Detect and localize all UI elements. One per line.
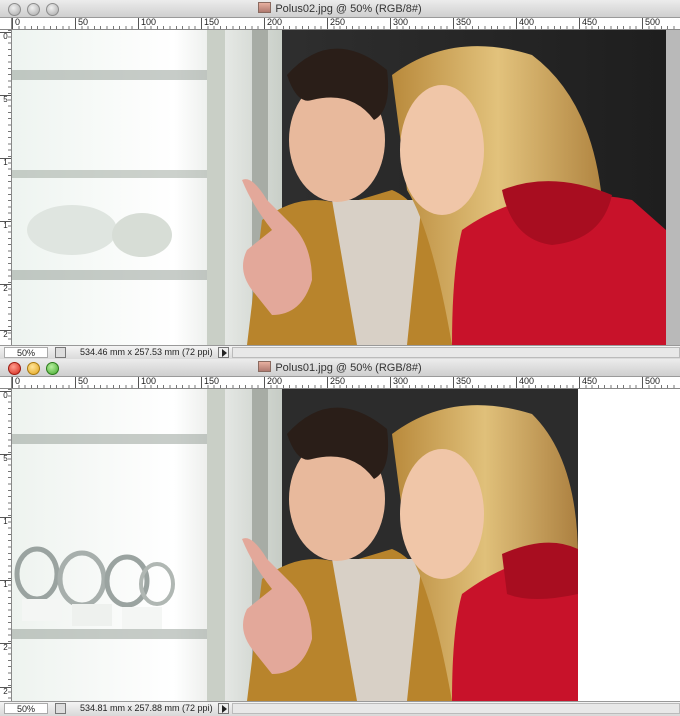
horizontal-ruler[interactable]: 0 50 100 150 200 250 300 350 400 450 500 (12, 18, 680, 30)
vertical-ruler[interactable]: 0 5 1 1 2 2 (0, 389, 12, 701)
photo-couple-at-shop-window (12, 30, 666, 345)
ruler-label: 1 (0, 580, 11, 589)
vertical-ruler[interactable]: 0 5 1 1 2 2 (0, 30, 12, 345)
triangle-right-icon[interactable] (218, 703, 229, 714)
image-canvas[interactable] (12, 389, 680, 701)
window-titlebar[interactable]: Polus02.jpg @ 50% (RGB/8#) (0, 0, 680, 18)
ruler-label: 400 (516, 18, 534, 29)
document-icon (258, 2, 272, 13)
document-icon (258, 361, 272, 372)
ruler-label: 0 (12, 377, 20, 388)
ruler-label: 150 (201, 18, 219, 29)
document-window-polus02[interactable]: Polus02.jpg @ 50% (RGB/8#) 0 50 100 150 … (0, 0, 680, 360)
ruler-label: 200 (264, 18, 282, 29)
photo-couple-at-shop-window (12, 389, 578, 701)
document-size-info: 534.46 mm x 257.53 mm (72 ppi) (80, 347, 213, 357)
window-title-text: Polus02.jpg @ 50% (RGB/8#) (275, 3, 422, 15)
horizontal-ruler[interactable]: 0 50 100 150 200 250 300 350 400 450 500 (12, 377, 680, 389)
ruler-label: 5 (0, 95, 11, 104)
ruler-label: 0 (12, 18, 20, 29)
ruler-label: 300 (390, 377, 408, 388)
zoom-level-field[interactable]: 50% (4, 703, 48, 714)
window-title: Polus01.jpg @ 50% (RGB/8#) (0, 361, 680, 374)
ruler-label: 2 (0, 284, 11, 293)
horizontal-scrollbar[interactable] (232, 703, 680, 714)
ruler-label: 350 (453, 18, 471, 29)
ruler-label: 1 (0, 221, 11, 230)
ruler-label: 2 (0, 687, 11, 696)
ruler-label: 500 (642, 377, 660, 388)
ruler-label: 50 (75, 377, 88, 388)
ruler-label: 50 (75, 18, 88, 29)
ruler-label: 450 (579, 18, 597, 29)
ruler-label: 5 (0, 454, 11, 463)
image-canvas[interactable] (12, 30, 666, 345)
window-title: Polus02.jpg @ 50% (RGB/8#) (0, 2, 680, 15)
ruler-origin[interactable] (0, 377, 12, 389)
ruler-label: 450 (579, 377, 597, 388)
ruler-label: 100 (138, 377, 156, 388)
ruler-label: 350 (453, 377, 471, 388)
triangle-right-icon[interactable] (218, 347, 229, 358)
ruler-label: 500 (642, 18, 660, 29)
document-window-polus01[interactable]: Polus01.jpg @ 50% (RGB/8#) 0 50 100 150 … (0, 359, 680, 716)
ruler-origin[interactable] (0, 18, 12, 30)
ruler-label: 250 (327, 18, 345, 29)
window-title-text: Polus01.jpg @ 50% (RGB/8#) (275, 362, 422, 374)
ruler-label: 150 (201, 377, 219, 388)
page-nav-icon[interactable] (55, 703, 66, 714)
horizontal-scrollbar[interactable] (232, 347, 680, 358)
ruler-label: 200 (264, 377, 282, 388)
ruler-label: 0 (0, 32, 11, 41)
window-titlebar[interactable]: Polus01.jpg @ 50% (RGB/8#) (0, 359, 680, 377)
status-bar: 50% 534.81 mm x 257.88 mm (72 ppi) (0, 701, 680, 716)
document-size-info: 534.81 mm x 257.88 mm (72 ppi) (80, 703, 213, 713)
zoom-level-field[interactable]: 50% (4, 347, 48, 358)
ruler-label: 2 (0, 643, 11, 652)
ruler-label: 400 (516, 377, 534, 388)
ruler-label: 250 (327, 377, 345, 388)
ruler-label: 1 (0, 517, 11, 526)
ruler-label: 2 (0, 330, 11, 339)
ruler-label: 100 (138, 18, 156, 29)
ruler-label: 1 (0, 158, 11, 167)
status-bar: 50% 534.46 mm x 257.53 mm (72 ppi) (0, 345, 680, 360)
ruler-label: 0 (0, 391, 11, 400)
ruler-label: 300 (390, 18, 408, 29)
page-nav-icon[interactable] (55, 347, 66, 358)
